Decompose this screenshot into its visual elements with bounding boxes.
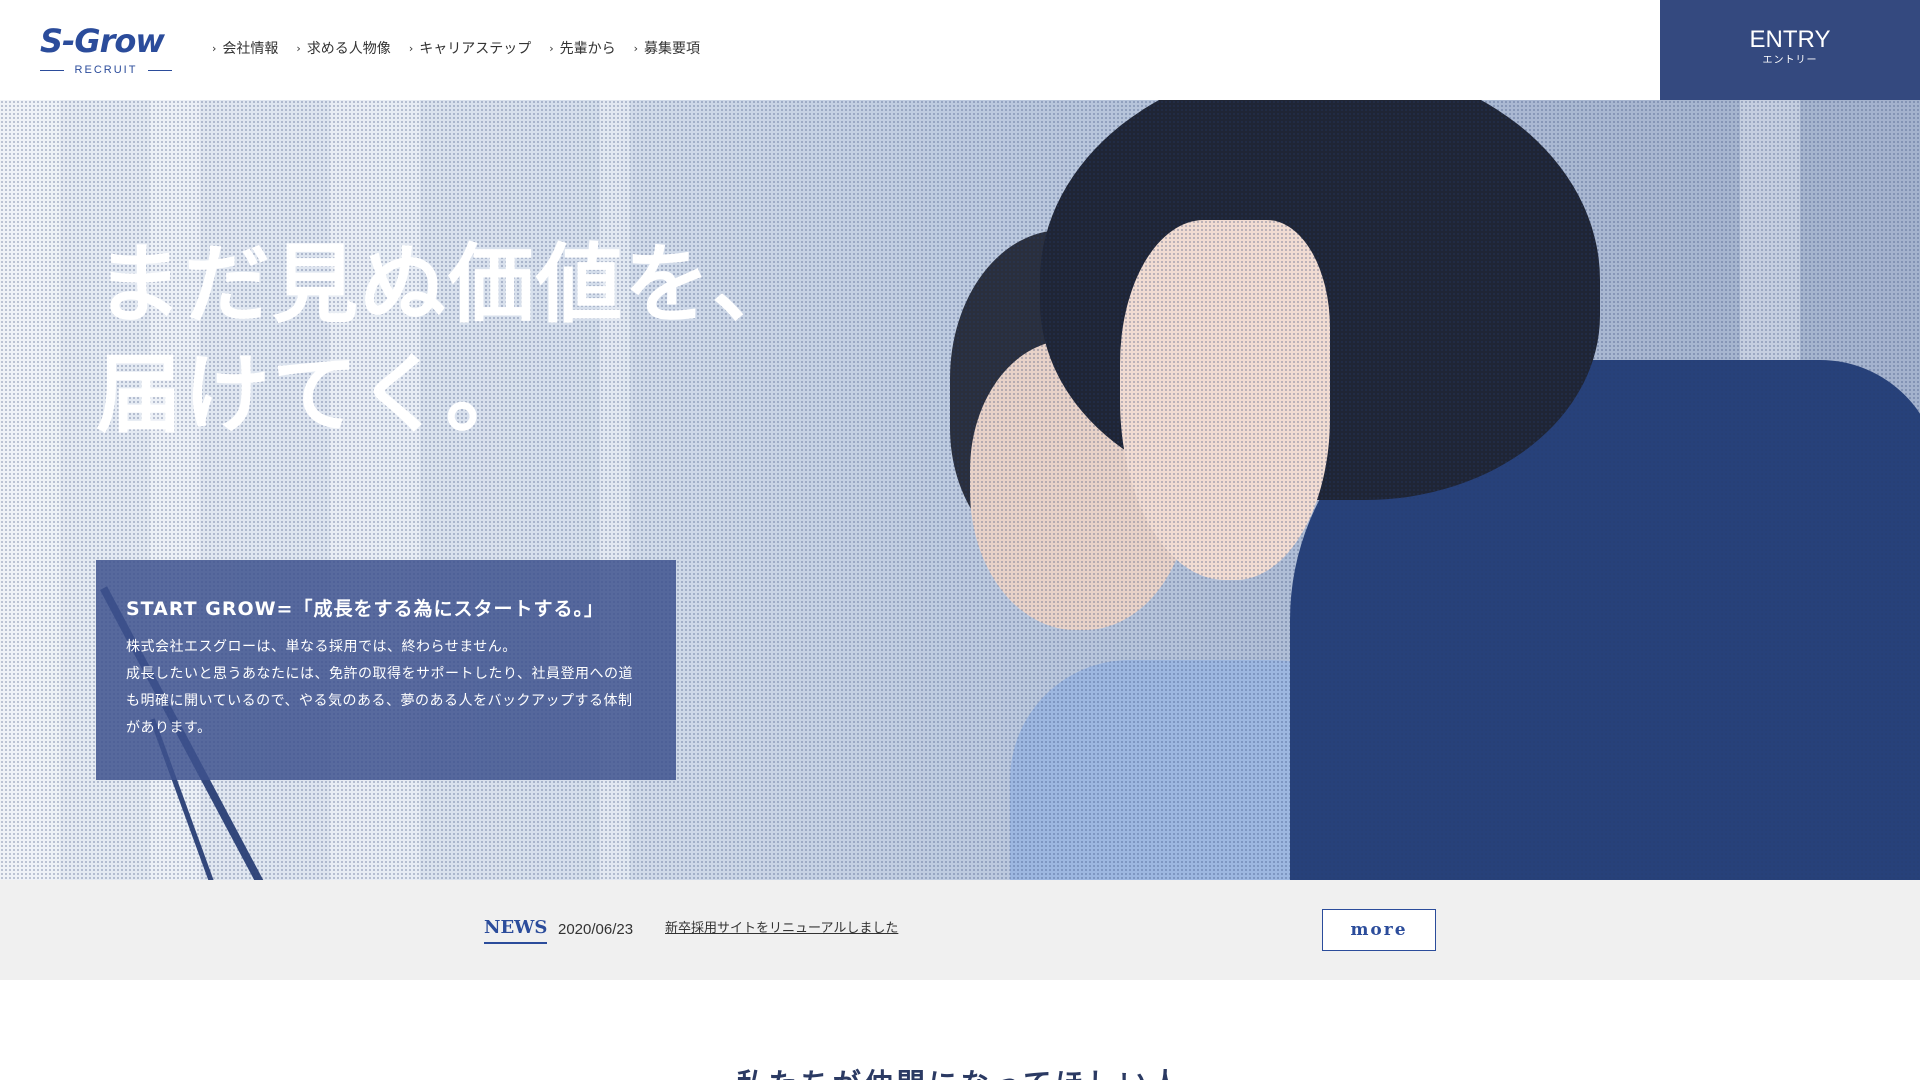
info-line: 株式会社エスグローは、単なる採用では、終わらせません。 <box>126 639 517 655</box>
news-label: NEWS <box>484 916 548 944</box>
logo-divider <box>148 70 172 71</box>
more-button[interactable]: more <box>1322 909 1436 951</box>
nav-item-ideal-candidate[interactable]: › 求める人物像 <box>296 40 390 58</box>
chevron-right-icon: › <box>212 42 217 55</box>
entry-button[interactable]: ENTRY エントリー <box>1660 0 1920 100</box>
info-line: も明確に開いているので、やる気のある、夢のある人をバックアップする体制 <box>126 693 633 709</box>
nav-item-label: 求める人物像 <box>306 41 391 57</box>
chevron-right-icon: › <box>296 42 301 55</box>
news-item-link[interactable]: 新卒採用サイトをリニューアルしました <box>665 919 898 939</box>
logo-subline: RECRUIT <box>38 62 172 78</box>
nav-item-seniors[interactable]: › 先輩から <box>549 40 615 58</box>
hero: まだ見ぬ価値を、 届けてく。 START GROW=「成長をする為にスタートする… <box>0 100 1920 880</box>
logo-wordmark: S-Grow <box>40 22 165 60</box>
news-bar: NEWS 2020/06/23 新卒採用サイトをリニューアルしました more <box>0 880 1920 980</box>
hero-headline: まだ見ぬ価値を、 届けてく。 <box>96 230 800 450</box>
logo-subtext: RECRUIT <box>74 64 138 76</box>
headline-line: 届けてく。 <box>96 345 534 445</box>
recruit-section: 私たちが仲間になってほしい人 <box>0 980 1920 1080</box>
nav-item-label: 会社情報 <box>222 41 279 57</box>
section-title: 私たちが仲間になってほしい人 <box>0 1066 1920 1080</box>
entry-sublabel: エントリー <box>1762 55 1818 66</box>
chevron-right-icon: › <box>633 42 639 55</box>
headline-line: まだ見ぬ価値を、 <box>96 235 800 335</box>
nav-item-label: 募集要項 <box>644 41 701 57</box>
info-body: 株式会社エスグローは、単なる採用では、終わらせません。 成長したいと思うあなたに… <box>126 634 646 742</box>
entry-label: ENTRY <box>1749 26 1831 53</box>
site-header: S-Grow RECRUIT › 会社情報 › 求める人物像 › キャリアステッ… <box>0 0 1920 100</box>
nav-item-label: 先輩から <box>559 41 616 57</box>
logo-divider <box>40 70 64 71</box>
news-date: 2020/06/23 <box>558 921 634 938</box>
info-line: 成長したいと思うあなたには、免許の取得をサポートしたり、社員登用への道 <box>126 666 633 682</box>
chevron-right-icon: › <box>549 42 554 55</box>
nav-item-label: キャリアステップ <box>419 41 532 57</box>
site-logo[interactable]: S-Grow RECRUIT <box>38 22 172 78</box>
chevron-right-icon: › <box>408 42 414 55</box>
nav-item-career-step[interactable]: › キャリアステップ <box>409 40 531 58</box>
nav-item-company[interactable]: › 会社情報 <box>212 40 278 58</box>
info-title: START GROW=「成長をする為にスタートする。」 <box>126 598 604 620</box>
main-nav: › 会社情報 › 求める人物像 › キャリアステップ › 先輩から › 募集要項 <box>212 40 700 58</box>
nav-item-requirements[interactable]: › 募集要項 <box>634 40 700 58</box>
hero-info-box: START GROW=「成長をする為にスタートする。」 株式会社エスグローは、単… <box>96 560 676 780</box>
info-line: があります。 <box>126 720 212 736</box>
